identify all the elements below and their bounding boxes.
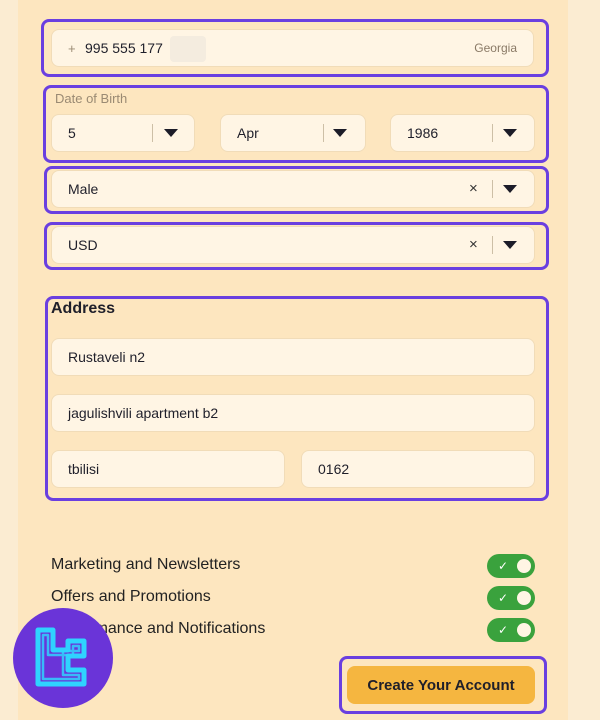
currency-value: USD (68, 237, 98, 253)
dob-month-separator (323, 124, 324, 142)
toggle-knob (517, 623, 531, 637)
city-input[interactable]: tbilisi (51, 450, 285, 488)
toggle-knob (517, 559, 531, 573)
gender-select[interactable]: Male × (51, 170, 535, 208)
clear-icon[interactable]: × (469, 236, 478, 254)
phone-prefix: + (68, 40, 76, 56)
address-line2-input[interactable]: jagulishvili apartment b2 (51, 394, 535, 432)
dob-year-value: 1986 (407, 125, 439, 141)
clear-icon[interactable]: × (469, 180, 478, 198)
address-line2-value: jagulishvili apartment b2 (68, 405, 219, 421)
phone-blur-mask (170, 36, 206, 62)
check-icon: ✓ (498, 591, 509, 605)
chevron-down-icon[interactable] (164, 129, 178, 137)
dob-day-select[interactable]: 5 (51, 114, 195, 152)
address-line1-value: Rustaveli n2 (68, 349, 146, 365)
pref-offers-toggle[interactable]: ✓ (487, 586, 535, 610)
dob-month-select[interactable]: Apr (220, 114, 366, 152)
city-value: tbilisi (68, 461, 100, 477)
check-icon: ✓ (498, 623, 509, 637)
create-account-button[interactable]: Create Your Account (347, 666, 535, 704)
chevron-down-icon[interactable] (333, 129, 347, 137)
logo-mark-icon (35, 627, 87, 687)
phone-number: 995 555 177 (85, 40, 163, 56)
gender-value: Male (68, 181, 99, 197)
check-icon: ✓ (498, 559, 509, 573)
chevron-down-icon[interactable] (503, 129, 517, 137)
pref-marketing-toggle[interactable]: ✓ (487, 554, 535, 578)
dob-month-value: Apr (237, 125, 259, 141)
brand-logo (13, 608, 113, 708)
currency-select[interactable]: USD × (51, 226, 535, 264)
dob-day-value: 5 (68, 125, 76, 141)
currency-separator (492, 236, 493, 254)
chevron-down-icon[interactable] (503, 185, 517, 193)
gender-separator (492, 180, 493, 198)
toggle-knob (517, 591, 531, 605)
pref-marketing-label: Marketing and Newsletters (51, 556, 241, 573)
address-title: Address (51, 300, 116, 317)
dob-day-separator (152, 124, 153, 142)
dob-label: Date of Birth (55, 91, 128, 106)
dob-year-select[interactable]: 1986 (390, 114, 535, 152)
phone-input[interactable]: + 995 555 177 Georgia (51, 29, 534, 67)
phone-country: Georgia (474, 41, 517, 55)
dob-year-separator (492, 124, 493, 142)
chevron-down-icon[interactable] (503, 241, 517, 249)
pref-offers-label: Offers and Promotions (51, 588, 211, 605)
postal-code-value: 0162 (318, 461, 350, 477)
postal-code-input[interactable]: 0162 (301, 450, 535, 488)
pref-performance-toggle[interactable]: ✓ (487, 618, 535, 642)
address-line1-input[interactable]: Rustaveli n2 (51, 338, 535, 376)
